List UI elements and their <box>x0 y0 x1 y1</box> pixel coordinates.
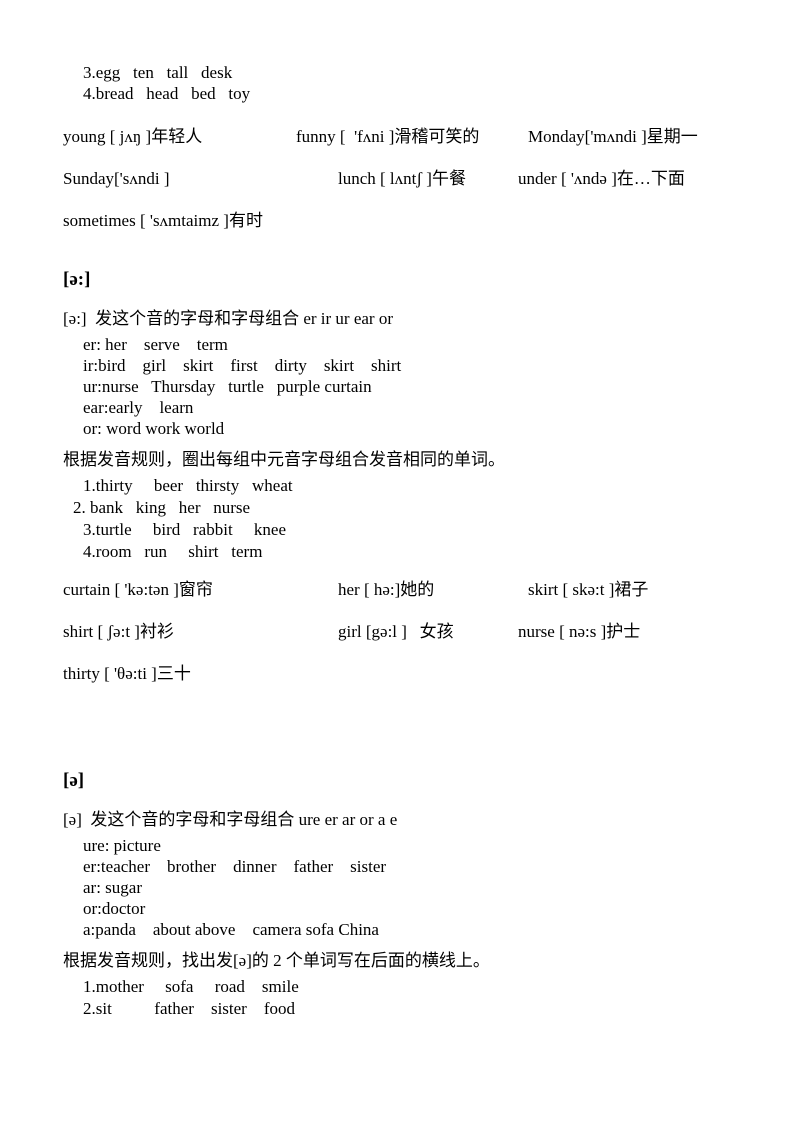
list-item: a:panda about above camera sofa China <box>83 920 379 939</box>
list-item: ur:nurse Thursday turtle purple curtain <box>83 377 372 396</box>
list-item: 3.turtle bird rabbit knee <box>83 520 287 539</box>
pronunciation-rule-er: [ə:] 发这个音的字母和字母组合 er ir ur ear or <box>63 309 394 328</box>
instruction-schwa: 根据发音规则，找出发[ə]的 2 个单词写在后面的横线上。 <box>63 951 490 970</box>
pattern-list-schwa: ure: picture er:teacher brother dinner f… <box>63 835 738 940</box>
vocab-entry: her [ hə:]她的 <box>338 580 435 599</box>
list-item: ar: sugar <box>83 878 143 897</box>
list-item: ir:bird girl skirt first dirty skirt shi… <box>83 356 402 375</box>
vocab-entry: young [ jʌŋ ]年轻人 <box>63 127 203 146</box>
list-item: or: word work world <box>83 419 225 438</box>
vocab-entry: Sunday['sʌndi ] <box>63 169 170 188</box>
vocab-row: young [ jʌŋ ]年轻人 funny [ 'fʌni ]滑稽可笑的 Mo… <box>63 116 738 158</box>
list-item: 4.bread head bed toy <box>83 84 251 103</box>
vocab-entry: sometimes [ 'sʌmtaimz ]有时 <box>63 211 263 230</box>
exercise-list-er: 1.thirty beer thirsty wheat 2. bank king… <box>63 475 738 563</box>
vocab-entry: under [ 'ʌndə ]在…下面 <box>518 169 685 188</box>
vocab-block-upper: young [ jʌŋ ]年轻人 funny [ 'fʌni ]滑稽可笑的 Mo… <box>63 116 738 242</box>
vocab-row: Sunday['sʌndi ] lunch [ lʌntʃ ]午餐 under … <box>63 158 738 200</box>
list-item: ear:early learn <box>83 398 194 417</box>
vocab-row: shirt [ ʃə:t ]衬衫 girl [gə:l ] 女孩 nurse [… <box>63 611 738 653</box>
vocab-entry: nurse [ nə:s ]护士 <box>518 622 641 641</box>
vocab-entry: thirty [ 'θə:ti ]三十 <box>63 664 191 683</box>
list-item: or:doctor <box>83 899 146 918</box>
vocab-entry: curtain [ 'kə:tən ]窗帘 <box>63 580 213 599</box>
top-exercise-list: 3.egg ten tall desk 4.bread head bed toy <box>63 62 738 104</box>
vocab-entry: shirt [ ʃə:t ]衬衫 <box>63 622 174 641</box>
vocab-row: thirty [ 'θə:ti ]三十 <box>63 653 738 695</box>
pattern-list-er: er: her serve term ir:bird girl skirt fi… <box>63 334 738 439</box>
vocab-row: sometimes [ 'sʌmtaimz ]有时 <box>63 200 738 242</box>
vocab-entry: funny [ 'fʌni ]滑稽可笑的 <box>296 127 480 146</box>
vocab-entry: girl [gə:l ] 女孩 <box>338 622 454 641</box>
list-item: er:teacher brother dinner father sister <box>83 857 387 876</box>
list-item: 2. bank king her nurse <box>73 498 251 517</box>
document-page: 3.egg ten tall desk 4.bread head bed toy… <box>0 0 794 1123</box>
list-item: er: her serve term <box>83 335 228 354</box>
list-item: 3.egg ten tall desk <box>83 63 233 82</box>
list-item: 1.thirty beer thirsty wheat <box>83 476 293 495</box>
list-item: 4.room run shirt term <box>83 542 263 561</box>
pronunciation-rule-schwa: [ə] 发这个音的字母和字母组合 ure er ar or a e <box>63 810 398 829</box>
list-item: 2.sit father sister food <box>83 999 295 1018</box>
vocab-entry: Monday['mʌndi ]星期一 <box>528 127 698 146</box>
section-heading-er: [ə:] <box>63 269 91 290</box>
list-item: ure: picture <box>83 836 161 855</box>
exercise-list-schwa: 1.mother sofa road smile 2.sit father si… <box>63 976 738 1020</box>
instruction-er: 根据发音规则，圈出每组中元音字母组合发音相同的单词。 <box>63 450 505 469</box>
section-heading-schwa: [ə] <box>63 770 85 791</box>
vocab-row: curtain [ 'kə:tən ]窗帘 her [ hə:]她的 skirt… <box>63 569 738 611</box>
list-item: 1.mother sofa road smile <box>83 977 299 996</box>
vocab-block-er: curtain [ 'kə:tən ]窗帘 her [ hə:]她的 skirt… <box>63 569 738 695</box>
vocab-entry: lunch [ lʌntʃ ]午餐 <box>338 169 466 188</box>
vocab-entry: skirt [ skə:t ]裙子 <box>528 580 649 599</box>
